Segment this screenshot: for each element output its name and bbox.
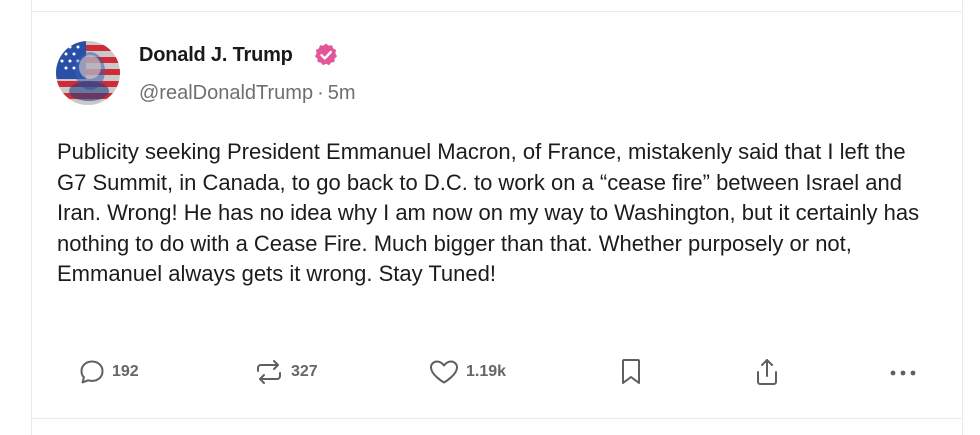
retruth-icon	[257, 360, 281, 384]
post-divider-top	[31, 11, 963, 12]
verified-badge-icon	[315, 43, 337, 66]
more-icon	[890, 370, 916, 376]
reply-count: 192	[112, 363, 139, 380]
avatar-image	[56, 41, 120, 105]
avatar[interactable]	[56, 41, 120, 105]
post-actions: 192 327 1.19k	[0, 352, 980, 392]
more-options-button[interactable]	[888, 352, 918, 392]
share-button[interactable]	[752, 352, 782, 392]
retruth-button[interactable]: 327	[253, 352, 318, 392]
post-body: Publicity seeking President Emmanuel Mac…	[57, 139, 920, 286]
post-timestamp[interactable]: 5m	[328, 82, 356, 104]
retruth-count: 327	[291, 363, 318, 380]
bookmark-icon	[622, 359, 640, 384]
author-name[interactable]: Donald J. Trump	[139, 44, 293, 67]
author-meta: @realDonaldTrump · 5m	[139, 82, 356, 105]
like-count: 1.19k	[466, 363, 507, 380]
share-icon	[757, 359, 777, 385]
author-handle[interactable]: @realDonaldTrump	[139, 82, 313, 104]
post-divider-bottom	[31, 418, 963, 419]
heart-icon	[430, 360, 458, 384]
bookmark-button[interactable]	[617, 352, 645, 392]
like-button[interactable]: 1.19k	[428, 352, 506, 392]
reply-button[interactable]: 192	[78, 352, 139, 392]
reply-icon	[80, 360, 104, 384]
meta-separator: ·	[317, 82, 324, 104]
